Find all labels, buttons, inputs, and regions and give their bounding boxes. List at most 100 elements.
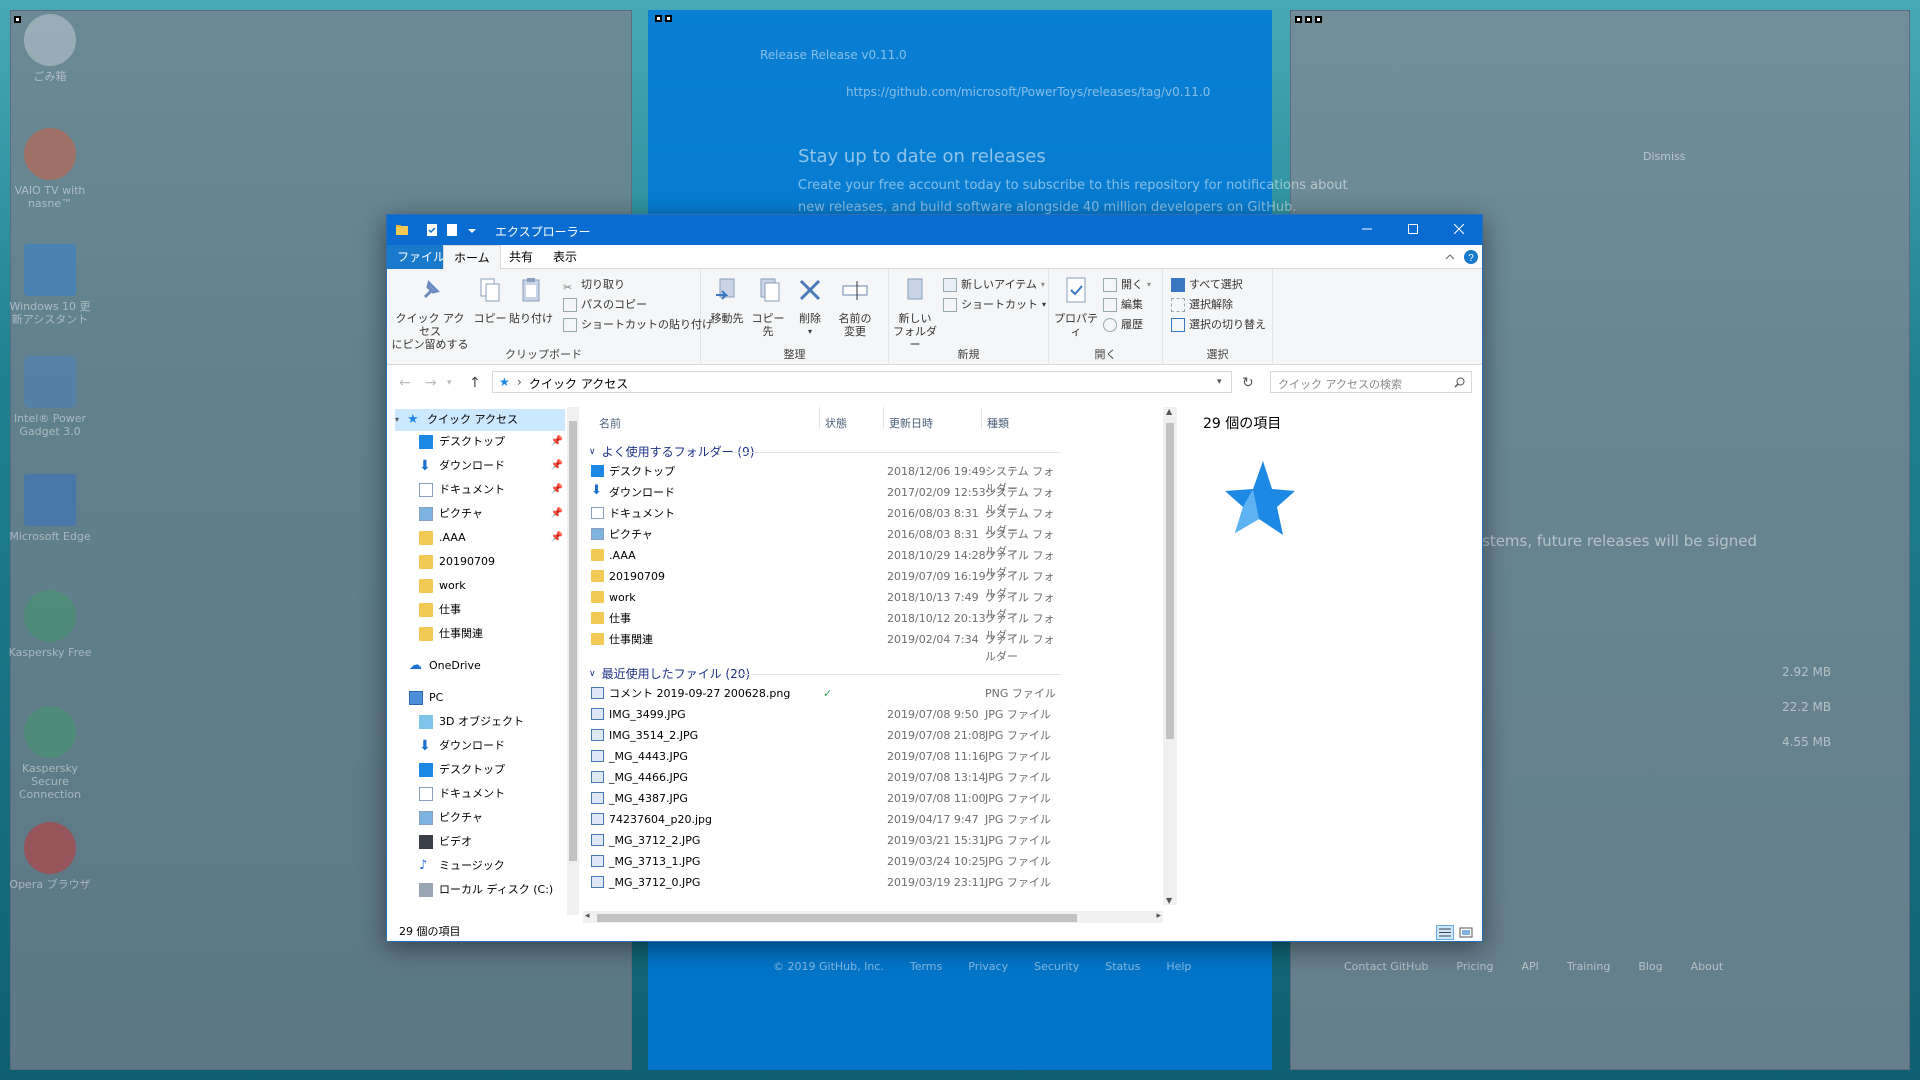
large-icons-view-icon[interactable] (1459, 926, 1473, 939)
file-row[interactable]: _MG_4466.JPG 2019/07/08 13:14 JPG ファイル (591, 769, 1061, 786)
file-row[interactable]: IMG_3499.JPG 2019/07/08 9:50 JPG ファイル (591, 706, 1061, 723)
back-arrow-icon[interactable]: ← (399, 375, 411, 391)
copy-to-button[interactable]: コピー先 (747, 275, 789, 338)
forward-arrow-icon[interactable]: → (425, 375, 437, 391)
breadcrumb-location[interactable]: クイック アクセス (529, 375, 628, 392)
nav-pc[interactable]: PC (409, 687, 579, 709)
folder-row[interactable]: work 2018/10/13 7:49 ファイル フォルダー (591, 589, 1061, 621)
scroll-thumb[interactable] (1166, 423, 1174, 739)
file-row[interactable]: 74237604_p20.jpg 2019/04/17 9:47 JPG ファイル (591, 811, 1061, 828)
file-row[interactable]: IMG_3514_2.JPG 2019/07/08 21:08 JPG ファイル (591, 727, 1061, 744)
folder-row[interactable]: デスクトップ 2018/12/06 19:49 システム フォルダー (591, 463, 1061, 495)
scroll-thumb[interactable] (597, 914, 1077, 922)
copy-path-button[interactable]: パスのコピー (563, 295, 647, 315)
new-folder-button[interactable]: 新しい フォルダー (893, 275, 937, 351)
scroll-right-icon[interactable]: ▸ (1156, 911, 1161, 921)
nav-pc-pictures[interactable]: ピクチャ (419, 807, 589, 829)
file-row[interactable]: _MG_4443.JPG 2019/07/08 11:16 JPG ファイル (591, 748, 1061, 765)
scroll-thumb[interactable] (569, 421, 577, 861)
column-header-modified[interactable]: 更新日時 (889, 415, 933, 431)
move-to-button[interactable]: 移動先 (707, 275, 747, 325)
folder-row[interactable]: ⬇ ダウンロード 2017/02/09 12:53 システム フォルダー (591, 484, 1061, 516)
copy-button[interactable]: コピー (473, 275, 507, 325)
cut-button[interactable]: ✂ 切り取り (563, 275, 625, 295)
nav-folder-shigoto-kanren[interactable]: 仕事関連 (419, 623, 589, 645)
nav-pinned-desktop[interactable]: デスクトップ 📌 (419, 431, 565, 453)
history-button[interactable]: 履歴 (1103, 315, 1143, 335)
tab-home[interactable]: ホーム (443, 245, 501, 270)
group-header-folders[interactable]: ∨ よく使用するフォルダー (9) (589, 443, 754, 460)
desktop-icon-win10-update[interactable]: Windows 10 更新アシスタント (6, 244, 94, 326)
column-header-status[interactable]: 状態 (825, 415, 847, 431)
file-row[interactable]: _MG_3712_2.JPG 2019/03/21 15:31 JPG ファイル (591, 832, 1061, 849)
folder-row[interactable]: .AAA 2018/10/29 14:28 ファイル フォルダー (591, 547, 1061, 579)
details-view-icon[interactable] (1436, 925, 1454, 940)
file-row[interactable]: _MG_3712_0.JPG 2019/03/19 23:11 JPG ファイル (591, 874, 1061, 891)
tab-share[interactable]: 共有 (499, 245, 543, 269)
nav-pc-music[interactable]: ♪ ミュージック (419, 855, 589, 877)
open-button[interactable]: 開く ▾ (1103, 275, 1151, 295)
folder-row[interactable]: 20190709 2019/07/09 16:19 ファイル フォルダー (591, 568, 1061, 600)
select-none-button[interactable]: 選択解除 (1171, 295, 1233, 315)
file-row[interactable]: コメント 2019-09-27 200628.png ✓ PNG ファイル (591, 685, 1061, 702)
pin-quick-access-button[interactable]: クイック アクセス にピン留めする (391, 275, 469, 351)
help-icon[interactable]: ? (1464, 250, 1478, 264)
paste-shortcut-button[interactable]: ショートカットの貼り付け (563, 315, 713, 335)
refresh-icon[interactable]: ↻ (1242, 375, 1254, 391)
rename-button[interactable]: 名前の 変更 (831, 275, 879, 338)
title-bar[interactable]: エクスプローラー (387, 215, 1482, 245)
desktop-icon-kaspersky-free[interactable]: Kaspersky Free (6, 590, 94, 659)
desktop-icon-kaspersky-secure[interactable]: Kaspersky Secure Connection (6, 706, 94, 801)
desktop-icon-edge[interactable]: Microsoft Edge (6, 474, 94, 543)
new-item-button[interactable]: 新しいアイテム ▾ (943, 275, 1045, 295)
scroll-down-icon[interactable]: ▼ (1166, 896, 1172, 905)
nav-folder-shigoto[interactable]: 仕事 (419, 599, 589, 621)
paste-button[interactable]: 貼り付け (509, 275, 553, 325)
up-arrow-icon[interactable]: ↑ (469, 375, 481, 391)
nav-pc-desktop[interactable]: デスクトップ (419, 759, 589, 781)
qat-dropdown-icon[interactable] (465, 223, 479, 237)
minimize-button[interactable] (1344, 215, 1390, 245)
nav-pc-videos[interactable]: ビデオ (419, 831, 589, 853)
folder-row[interactable]: 仕事関連 2019/02/04 7:34 ファイル フォルダー (591, 631, 1061, 663)
nav-folder-work[interactable]: work (419, 575, 589, 597)
desktop-icon-opera[interactable]: Opera ブラウザ (6, 822, 94, 891)
file-row[interactable]: _MG_4387.JPG 2019/07/08 11:00 JPG ファイル (591, 790, 1061, 807)
desktop-icon-intel-power-gadget[interactable]: Intel® Power Gadget 3.0 (6, 356, 94, 438)
scroll-up-icon[interactable]: ▲ (1166, 407, 1172, 416)
nav-pc-local-disk[interactable]: ローカル ディスク (C:) (419, 879, 589, 901)
nav-pc-downloads[interactable]: ⬇ ダウンロード (419, 735, 589, 757)
nav-scrollbar[interactable] (567, 407, 579, 915)
explorer-window[interactable]: エクスプローラー ファイル ホーム 共有 表示 ? クイック アクセス にピン留… (386, 214, 1483, 942)
properties-icon[interactable] (425, 223, 439, 237)
nav-quick-access[interactable]: ▾ ★ クイック アクセス (395, 409, 565, 431)
address-bar[interactable]: ★ › クイック アクセス ▾ (492, 371, 1232, 393)
ribbon-collapse-icon[interactable] (1445, 252, 1455, 262)
column-header-name[interactable]: 名前 (599, 415, 621, 431)
select-all-button[interactable]: すべて選択 (1171, 275, 1243, 295)
properties-button[interactable]: プロパティ (1053, 275, 1099, 338)
address-dropdown-icon[interactable]: ▾ (1217, 377, 1222, 387)
file-list-scrollbar[interactable]: ▲ ▼ (1163, 407, 1177, 905)
desktop-icon-vaio-tv[interactable]: VAIO TV with nasne™ (6, 128, 94, 210)
nav-pinned-downloads[interactable]: ⬇ ダウンロード 📌 (419, 455, 565, 477)
column-header-type[interactable]: 種類 (987, 415, 1009, 431)
edit-button[interactable]: 編集 (1103, 295, 1143, 315)
nav-onedrive[interactable]: ☁ OneDrive (409, 655, 579, 677)
desktop-icon-recycle-bin[interactable]: ごみ箱 (6, 14, 94, 83)
nav-pinned-aaa[interactable]: .AAA 📌 (419, 527, 565, 549)
file-row[interactable]: _MG_3713_1.JPG 2019/03/24 10:25 JPG ファイル (591, 853, 1061, 870)
folder-row[interactable]: ピクチャ 2016/08/03 8:31 システム フォルダー (591, 526, 1061, 558)
folder-row[interactable]: 仕事 2018/10/12 20:13 ファイル フォルダー (591, 610, 1061, 642)
nav-pc-3d-objects[interactable]: 3D オブジェクト (419, 711, 589, 733)
nav-pinned-pictures[interactable]: ピクチャ 📌 (419, 503, 565, 525)
new-folder-icon[interactable] (445, 223, 459, 237)
tab-view[interactable]: 表示 (543, 245, 587, 269)
nav-pinned-documents[interactable]: ドキュメント 📌 (419, 479, 565, 501)
search-input[interactable]: クイック アクセスの検索 (1270, 371, 1472, 393)
close-button[interactable] (1436, 215, 1482, 245)
folder-row[interactable]: ドキュメント 2016/08/03 8:31 システム フォルダー (591, 505, 1061, 537)
invert-selection-button[interactable]: 選択の切り替え (1171, 315, 1266, 335)
shortcut-button[interactable]: ショートカット ▾ (943, 295, 1046, 315)
delete-button[interactable]: 削除 ▾ (793, 275, 827, 338)
